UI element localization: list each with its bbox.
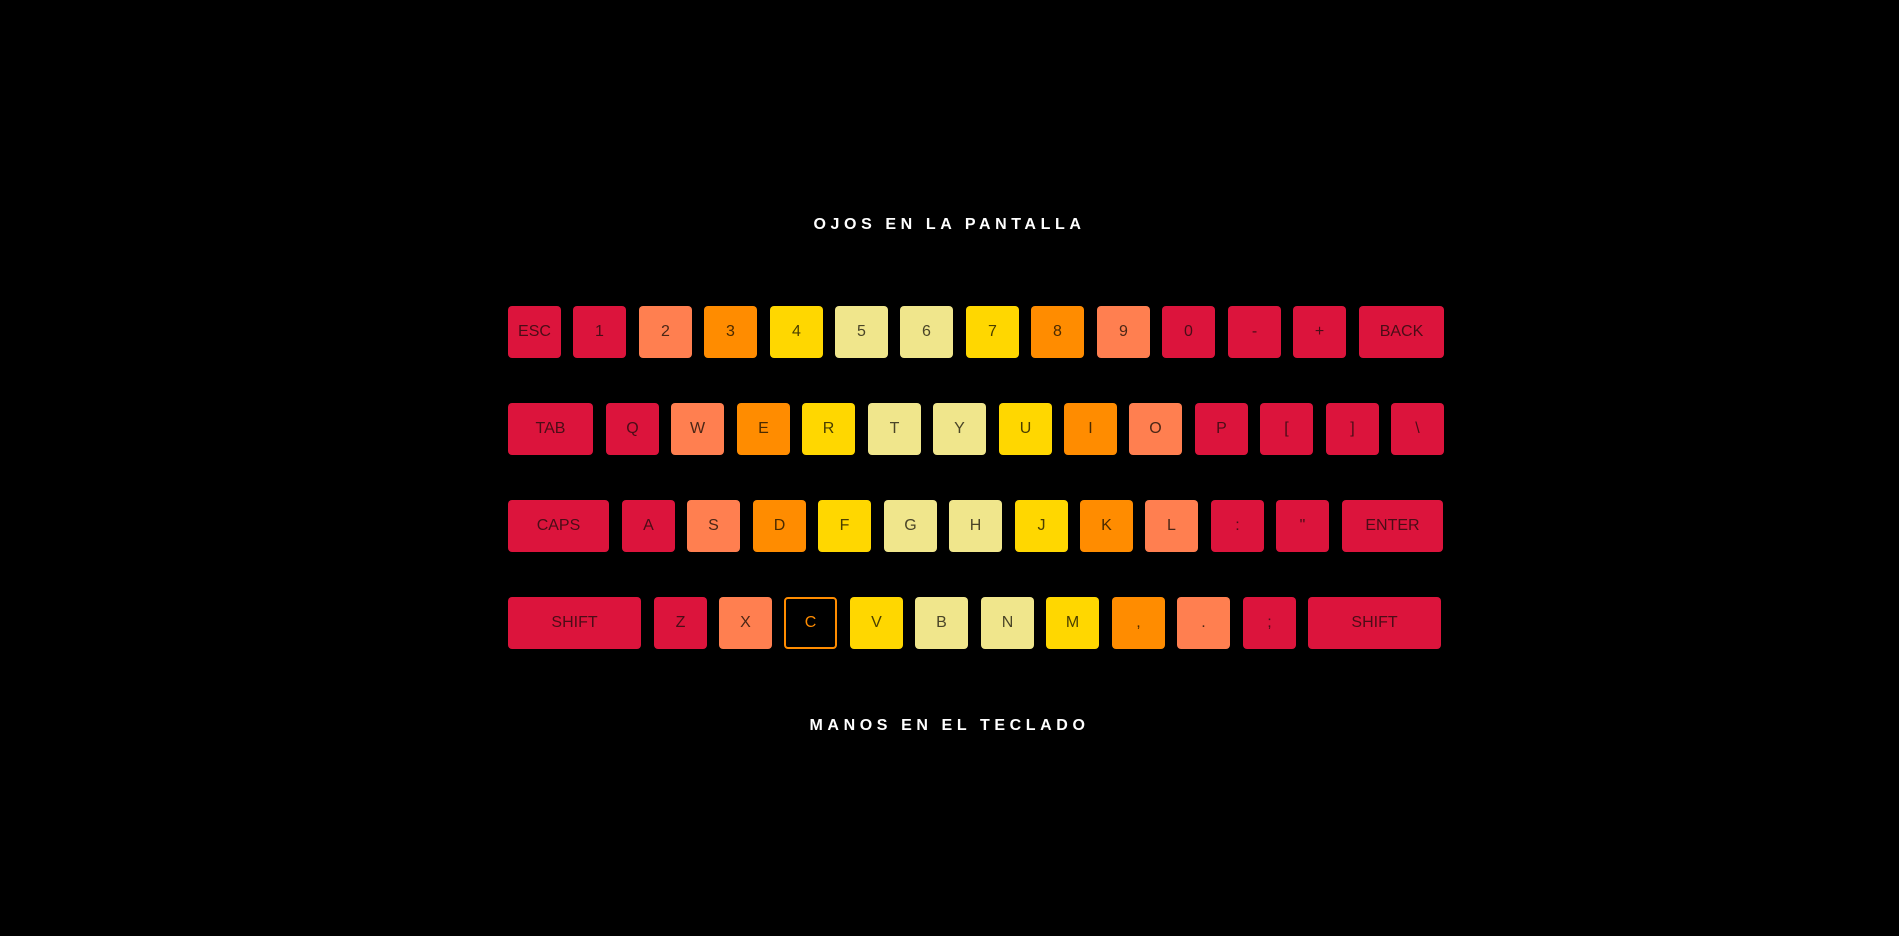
keyboard-row: CAPS A S D F G H J K L: " ENTER	[508, 500, 1443, 552]
key-6[interactable]: 6	[900, 306, 953, 358]
key-shift[interactable]: SHIFT	[508, 597, 641, 649]
key-i[interactable]: I	[1064, 403, 1117, 455]
key-a[interactable]: A	[622, 500, 675, 552]
typing-stage: OJOS EN LA PANTALLA ESC 1 2 3 4 5 6 7 8 9 0- + BACK T…	[0, 0, 1899, 936]
key-symbol-2-10[interactable]: :	[1211, 500, 1264, 552]
key-r[interactable]: R	[802, 403, 855, 455]
key-z[interactable]: Z	[654, 597, 707, 649]
key-p[interactable]: P	[1195, 403, 1248, 455]
key-symbol-3-9[interactable]: .	[1177, 597, 1230, 649]
key-enter[interactable]: ENTER	[1342, 500, 1443, 552]
key-9[interactable]: 9	[1097, 306, 1150, 358]
key-x[interactable]: X	[719, 597, 772, 649]
key-d[interactable]: D	[753, 500, 806, 552]
keyboard-row: ESC 1 2 3 4 5 6 7 8 9 0- + BACK	[508, 306, 1444, 358]
key-1[interactable]: 1	[573, 306, 626, 358]
key-s[interactable]: S	[687, 500, 740, 552]
key-t[interactable]: T	[868, 403, 921, 455]
key-o[interactable]: O	[1129, 403, 1182, 455]
key-4[interactable]: 4	[770, 306, 823, 358]
key-l[interactable]: L	[1145, 500, 1198, 552]
key-e[interactable]: E	[737, 403, 790, 455]
key-symbol-1-13[interactable]: \	[1391, 403, 1444, 455]
top-heading: OJOS EN LA PANTALLA	[813, 216, 1086, 233]
key-symbol-2-11[interactable]: "	[1276, 500, 1329, 552]
key-symbol-3-10[interactable]: ;	[1243, 597, 1296, 649]
key-back[interactable]: BACK	[1359, 306, 1444, 358]
key-symbol-1-12[interactable]: ]	[1326, 403, 1379, 455]
key-symbol-0-11[interactable]: -	[1228, 306, 1281, 358]
key-f[interactable]: F	[818, 500, 871, 552]
bottom-heading: MANOS EN EL TECLADO	[809, 717, 1090, 734]
key-w[interactable]: W	[671, 403, 724, 455]
key-esc[interactable]: ESC	[508, 306, 561, 358]
key-v[interactable]: V	[850, 597, 903, 649]
key-g[interactable]: G	[884, 500, 937, 552]
key-shift[interactable]: SHIFT	[1308, 597, 1441, 649]
key-k[interactable]: K	[1080, 500, 1133, 552]
key-u[interactable]: U	[999, 403, 1052, 455]
keyboard: ESC 1 2 3 4 5 6 7 8 9 0- + BACK TAB Q W E R T Y U I O P[] \ CAPS A…	[508, 306, 1444, 694]
key-3[interactable]: 3	[704, 306, 757, 358]
key-8[interactable]: 8	[1031, 306, 1084, 358]
key-0[interactable]: 0	[1162, 306, 1215, 358]
key-2[interactable]: 2	[639, 306, 692, 358]
key-b[interactable]: B	[915, 597, 968, 649]
key-h[interactable]: H	[949, 500, 1002, 552]
key-q[interactable]: Q	[606, 403, 659, 455]
keyboard-row: TAB Q W E R T Y U I O P[] \	[508, 403, 1444, 455]
key-7[interactable]: 7	[966, 306, 1019, 358]
key-symbol-1-11[interactable]: [	[1260, 403, 1313, 455]
key-j[interactable]: J	[1015, 500, 1068, 552]
key-n[interactable]: N	[981, 597, 1034, 649]
keyboard-row: SHIFT Z X C V B N M,.; SHIFT	[508, 597, 1441, 649]
key-5[interactable]: 5	[835, 306, 888, 358]
key-y[interactable]: Y	[933, 403, 986, 455]
key-caps[interactable]: CAPS	[508, 500, 609, 552]
key-symbol-3-8[interactable]: ,	[1112, 597, 1165, 649]
key-tab[interactable]: TAB	[508, 403, 593, 455]
key-symbol-0-12[interactable]: +	[1293, 306, 1346, 358]
key-c-active[interactable]: C	[784, 597, 837, 649]
key-m[interactable]: M	[1046, 597, 1099, 649]
